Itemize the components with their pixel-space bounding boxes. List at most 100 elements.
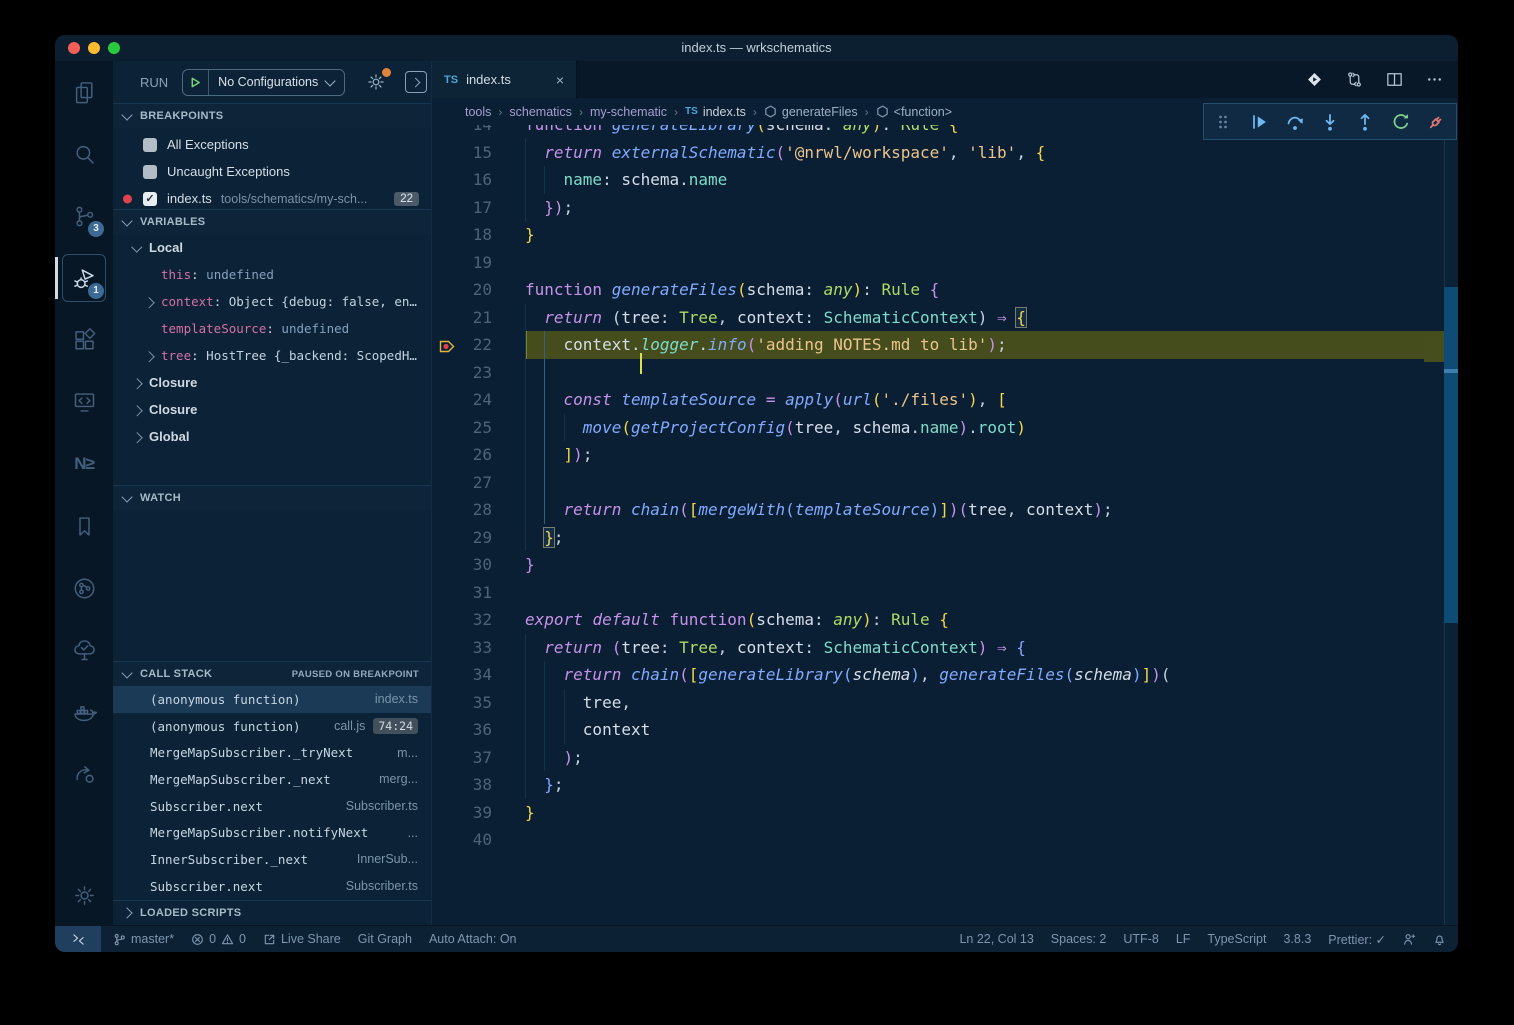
drag-handle-icon[interactable] (1214, 112, 1234, 132)
code-line[interactable]: 36 context (432, 716, 1458, 744)
remote-indicator[interactable] (55, 926, 101, 952)
code-line[interactable]: 35 tree, (432, 689, 1458, 717)
notifications-item[interactable] (1433, 933, 1446, 946)
activity-item-run-and-debug[interactable]: 1 (55, 247, 113, 309)
step-into-icon[interactable] (1320, 112, 1340, 132)
variable-row[interactable]: Closure (113, 396, 431, 423)
git-graph-compare-icon[interactable] (1345, 70, 1364, 89)
cursor-position-item[interactable]: Ln 22, Col 13 (959, 932, 1033, 946)
variables-header[interactable]: VARIABLES (113, 210, 431, 234)
code-line[interactable]: 16 name: schema.name (432, 166, 1458, 194)
problems-item[interactable]: 0 0 (191, 932, 246, 946)
git-branch-item[interactable]: master* (113, 932, 174, 946)
git-graph-item[interactable]: Git Graph (358, 932, 412, 946)
line-number[interactable]: 21 (432, 304, 525, 332)
line-number[interactable]: 18 (432, 221, 525, 249)
step-over-icon[interactable] (1285, 112, 1305, 132)
breakpoint-row[interactable]: Uncaught Exceptions (113, 158, 431, 185)
breadcrumb-item[interactable]: my-schematic (590, 105, 667, 119)
call-stack-frame[interactable]: (anonymous function)index.ts (113, 686, 431, 713)
code-line[interactable]: 26 ]); (432, 441, 1458, 469)
code-line[interactable]: 38 }; (432, 771, 1458, 799)
variable-row[interactable]: templateSource: undefined (113, 315, 431, 342)
activity-item-testing[interactable] (55, 619, 113, 681)
code-line[interactable]: 20function generateFiles(schema: any): R… (432, 276, 1458, 304)
line-number[interactable]: 37 (432, 744, 525, 772)
line-number[interactable]: 24 (432, 386, 525, 414)
line-number[interactable]: 30 (432, 551, 525, 579)
line-number[interactable]: 17 (432, 194, 525, 222)
disconnect-icon[interactable] (1426, 112, 1446, 132)
code-line[interactable]: 28 return chain([mergeWith(templateSourc… (432, 496, 1458, 524)
configure-gear-icon[interactable] (365, 71, 387, 93)
call-stack-frame[interactable]: InnerSubscriber._nextInnerSub... (113, 846, 431, 873)
launch-configuration-dropdown[interactable]: No Configurations (182, 69, 345, 96)
code-line[interactable]: 25 move(getProjectConfig(tree, schema.na… (432, 414, 1458, 442)
line-number[interactable]: 36 (432, 716, 525, 744)
line-number[interactable]: 16 (432, 166, 525, 194)
call-stack-frame[interactable]: Subscriber.nextSubscriber.ts (113, 873, 431, 900)
call-stack-header[interactable]: CALL STACK PAUSED ON BREAKPOINT (113, 662, 431, 686)
line-number[interactable]: 31 (432, 579, 525, 607)
code-line[interactable]: 31 (432, 579, 1458, 607)
activity-item-docker[interactable] (55, 681, 113, 743)
activity-item-remote-explorer[interactable] (55, 371, 113, 433)
continue-icon[interactable] (1249, 112, 1269, 132)
line-number[interactable]: 23 (432, 359, 525, 387)
line-number[interactable]: 28 (432, 496, 525, 524)
titlebar[interactable]: index.ts — wrkschematics (55, 35, 1458, 62)
variable-row[interactable]: Local (113, 234, 431, 261)
code-line[interactable]: 19 (432, 249, 1458, 277)
activity-item-live-share[interactable] (55, 743, 113, 805)
breadcrumb-item[interactable]: <function> (876, 105, 952, 119)
loaded-scripts-header[interactable]: LOADED SCRIPTS (113, 901, 431, 925)
watch-header[interactable]: WATCH (113, 486, 431, 510)
code-line[interactable]: 40 (432, 826, 1458, 854)
line-number[interactable]: 27 (432, 469, 525, 497)
activity-item-source-control[interactable]: 3 (55, 185, 113, 247)
line-number[interactable]: 40 (432, 826, 525, 854)
variable-row[interactable]: Global (113, 423, 431, 450)
code-line[interactable]: 21 return (tree: Tree, context: Schemati… (432, 304, 1458, 332)
open-changes-icon[interactable] (1305, 70, 1324, 89)
checkbox[interactable] (143, 138, 157, 152)
line-number[interactable]: 26 (432, 441, 525, 469)
call-stack-frame[interactable]: MergeMapSubscriber._tryNextm... (113, 739, 431, 766)
call-stack-frame[interactable]: MergeMapSubscriber._nextmerg... (113, 766, 431, 793)
line-number[interactable]: 20 (432, 276, 525, 304)
activity-item-explorer[interactable] (55, 61, 113, 123)
code-line[interactable]: 27 (432, 469, 1458, 497)
close-tab-icon[interactable]: × (556, 72, 564, 88)
breadcrumb-item[interactable]: TSindex.ts (685, 105, 746, 119)
more-actions-icon[interactable] (1425, 70, 1444, 89)
variable-row[interactable]: context: Object {debug: false, en… (113, 288, 431, 315)
code-line[interactable]: 17 }); (432, 194, 1458, 222)
line-number[interactable]: 19 (432, 249, 525, 277)
line-number[interactable]: 33 (432, 634, 525, 662)
start-debugging-button[interactable] (183, 70, 209, 95)
code-line[interactable]: 24 const templateSource = apply(url('./f… (432, 386, 1458, 414)
activity-item-nx-console[interactable]: N≥ (55, 433, 113, 495)
restart-icon[interactable] (1391, 112, 1411, 132)
breadcrumb-item[interactable]: tools (465, 105, 491, 119)
call-stack-frame[interactable]: MergeMapSubscriber.notifyNext... (113, 819, 431, 846)
code-line[interactable]: 15 return externalSchematic('@nrwl/works… (432, 139, 1458, 167)
auto-attach-item[interactable]: Auto Attach: On (429, 932, 517, 946)
language-mode-item[interactable]: TypeScript (1207, 932, 1266, 946)
code-line[interactable]: 39} (432, 799, 1458, 827)
activity-item-bookmarks[interactable] (55, 495, 113, 557)
variable-row[interactable]: tree: HostTree {_backend: ScopedH… (113, 342, 431, 369)
line-number[interactable]: 35 (432, 689, 525, 717)
activity-item-git-graph[interactable] (55, 557, 113, 619)
editor-scrollbar-thumb[interactable] (1444, 287, 1458, 623)
split-editor-icon[interactable] (1385, 70, 1404, 89)
activity-item-search[interactable] (55, 123, 113, 185)
code-line[interactable]: 34 return chain([generateLibrary(schema)… (432, 661, 1458, 689)
code-line[interactable]: 29 }; (432, 524, 1458, 552)
eol-item[interactable]: LF (1176, 932, 1191, 946)
feedback-item[interactable] (1403, 933, 1416, 946)
line-number[interactable]: 38 (432, 771, 525, 799)
breakpoints-header[interactable]: BREAKPOINTS (113, 104, 431, 128)
activity-item-extensions[interactable] (55, 309, 113, 371)
code-line[interactable]: 22 context.logger.info('adding NOTES.md … (432, 331, 1458, 359)
